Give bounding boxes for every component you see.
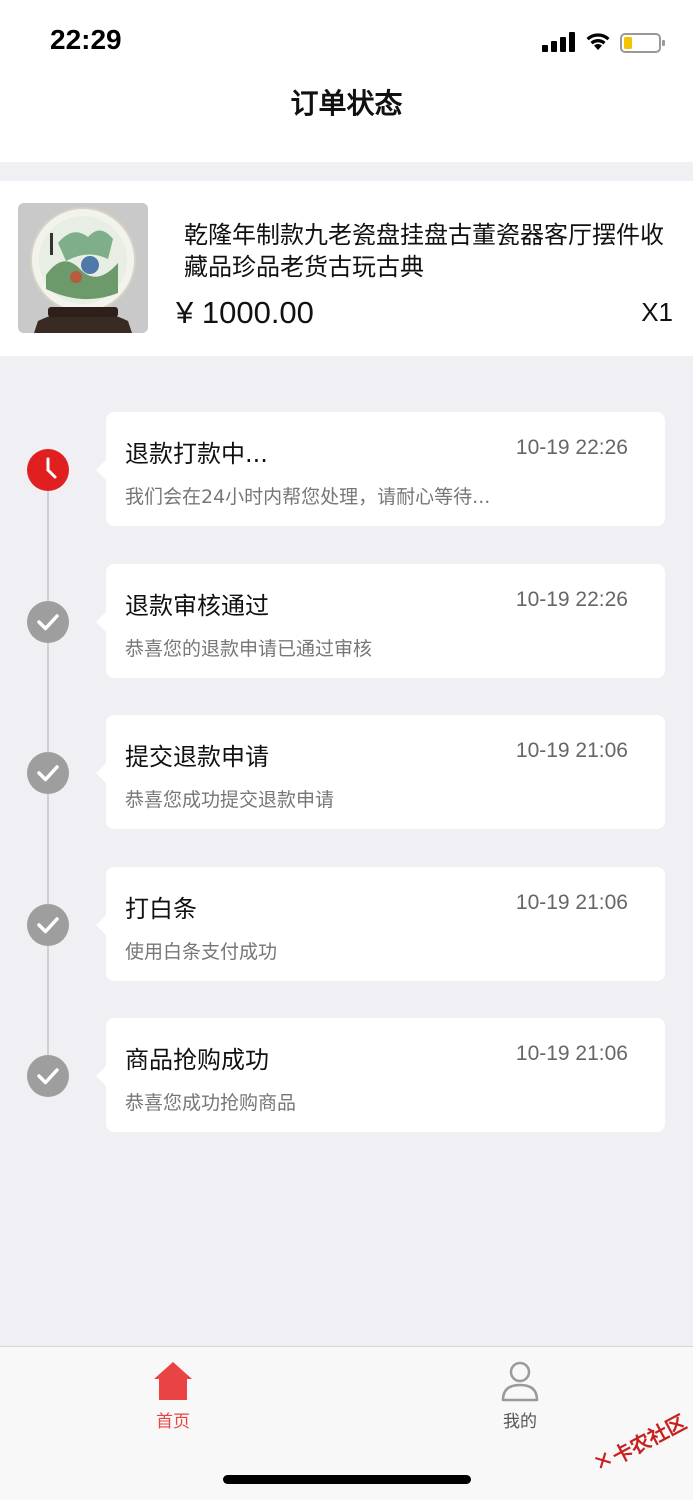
tab-home-label: 首页 — [156, 1412, 190, 1432]
timeline-description: 恭喜您成功抢购商品 — [125, 1092, 297, 1114]
timeline-title: 商品抢购成功 — [125, 1046, 269, 1074]
timeline-item: 退款打款中... 10-19 22:26 我们会在24小时内帮您处理，请耐心等待… — [0, 412, 693, 528]
timeline-title: 打白条 — [125, 895, 197, 923]
timeline-time: 10-19 21:06 — [515, 1042, 628, 1065]
timeline-card: 退款审核通过 10-19 22:26 恭喜您的退款申请已通过审核 — [96, 564, 665, 678]
timeline-time: 10-19 22:26 — [515, 436, 628, 459]
user-icon — [501, 1361, 539, 1402]
timeline-card: 提交退款申请 10-19 21:06 恭喜您成功提交退款申请 — [96, 715, 665, 829]
timeline-description: 我们会在24小时内帮您处理，请耐心等待... — [125, 486, 491, 508]
timeline-time: 10-19 21:06 — [515, 739, 628, 762]
product-name: 乾隆年制款九老瓷盘挂盘古董瓷器客厅摆件收藏品珍品老货古玩古典 — [184, 221, 664, 281]
watermark-text: 卡农社区 — [608, 1409, 691, 1469]
tab-home[interactable]: 首页 — [113, 1359, 233, 1439]
product-price: ¥ 1000.00 — [176, 295, 314, 330]
clock-icon — [27, 449, 69, 491]
signal-icon — [542, 32, 575, 52]
timeline-item: 提交退款申请 10-19 21:06 恭喜您成功提交退款申请 — [0, 715, 693, 831]
product-quantity: X1 — [641, 297, 673, 327]
timeline-title: 退款打款中... — [125, 440, 268, 468]
timeline-title: 退款审核通过 — [125, 592, 269, 620]
tab-mine[interactable]: 我的 — [460, 1359, 580, 1439]
page-title: 订单状态 — [290, 87, 403, 120]
product-thumbnail — [18, 203, 148, 333]
wifi-icon — [586, 33, 610, 50]
timeline-card: 退款打款中... 10-19 22:26 我们会在24小时内帮您处理，请耐心等待… — [96, 412, 665, 526]
timeline-description: 使用白条支付成功 — [125, 941, 278, 963]
check-icon — [27, 904, 69, 946]
tab-mine-label: 我的 — [503, 1412, 537, 1432]
nav-bar: 订单状态 — [0, 64, 693, 162]
home-icon — [154, 1362, 192, 1400]
timeline-description: 恭喜您成功提交退款申请 — [125, 789, 335, 811]
timeline-description: 恭喜您的退款申请已通过审核 — [125, 638, 373, 660]
check-icon — [27, 1055, 69, 1097]
check-icon — [27, 752, 69, 794]
timeline-item: 打白条 10-19 21:06 使用白条支付成功 — [0, 867, 693, 983]
timeline-title: 提交退款申请 — [125, 743, 269, 771]
porcelain-plate-image — [18, 203, 148, 333]
status-time: 22:29 — [50, 24, 122, 55]
timeline-item: 商品抢购成功 10-19 21:06 恭喜您成功抢购商品 — [0, 1018, 693, 1134]
timeline-card: 商品抢购成功 10-19 21:06 恭喜您成功抢购商品 — [96, 1018, 665, 1132]
timeline-time: 10-19 22:26 — [515, 588, 628, 611]
timeline-card: 打白条 10-19 21:06 使用白条支付成功 — [96, 867, 665, 981]
check-icon — [27, 601, 69, 643]
product-card[interactable]: 乾隆年制款九老瓷盘挂盘古董瓷器客厅摆件收藏品珍品老货古玩古典 ¥ 1000.00… — [0, 181, 693, 356]
timeline-time: 10-19 21:06 — [515, 891, 628, 914]
battery-icon — [620, 33, 665, 53]
timeline-item: 退款审核通过 10-19 22:26 恭喜您的退款申请已通过审核 — [0, 564, 693, 680]
home-indicator — [223, 1475, 471, 1484]
